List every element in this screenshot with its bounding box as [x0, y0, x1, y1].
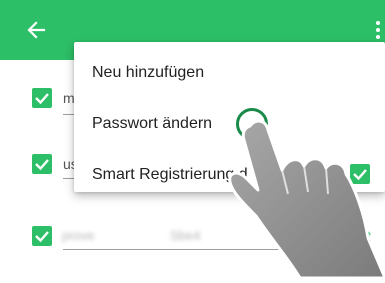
checkbox[interactable] [32, 88, 52, 108]
menu-item-change-password[interactable]: Passwort ändern [92, 115, 212, 133]
menu-item-add-new[interactable]: Neu hinzufügen [92, 64, 204, 82]
more-vert-icon[interactable] [375, 20, 381, 40]
blurred-text: Sbe4 [170, 228, 201, 243]
list-item-label: m [63, 90, 75, 106]
arrow-left-icon[interactable] [26, 20, 46, 40]
pointing-hand-icon [204, 112, 385, 280]
blurred-text: prove [62, 228, 95, 243]
checkbox[interactable] [32, 154, 52, 174]
checkbox[interactable] [32, 226, 52, 246]
